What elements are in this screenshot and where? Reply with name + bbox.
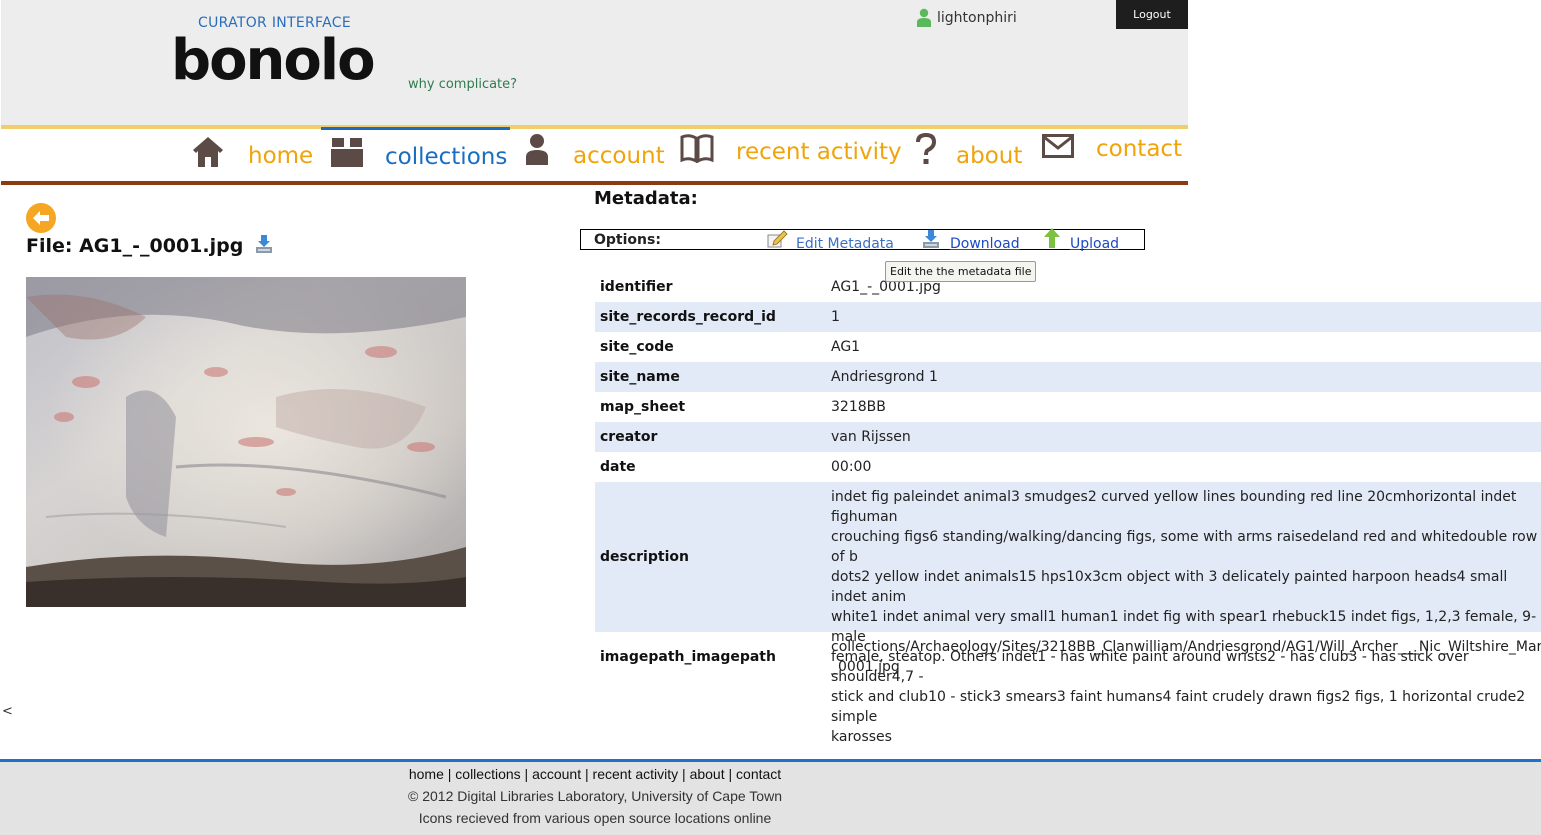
metadata-key: site_records_record_id: [600, 309, 776, 325]
nav-label-account: account: [573, 143, 665, 169]
edit-metadata-label: Edit Metadata: [796, 236, 894, 252]
footer-link-about[interactable]: about: [690, 766, 725, 782]
table-row: identifier AG1_-_0001.jpg: [595, 272, 1541, 302]
footer: home | collections | account | recent ac…: [0, 759, 1541, 835]
house-icon: [193, 137, 223, 167]
metadata-key: identifier: [600, 279, 673, 295]
nav-label-contact: contact: [1096, 136, 1183, 162]
nav-item-collections[interactable]: collections: [321, 127, 510, 182]
table-row: date 00:00: [595, 452, 1541, 482]
question-icon: [916, 133, 937, 164]
footer-link-contact[interactable]: contact: [736, 766, 781, 782]
download-label: Download: [950, 236, 1020, 252]
table-row: site_code AG1: [595, 332, 1541, 362]
envelope-icon: [1042, 134, 1074, 158]
edit-icon: [767, 230, 788, 248]
brand-logo[interactable]: bonolo: [171, 28, 376, 93]
back-button[interactable]: [26, 203, 56, 233]
metadata-key: description: [600, 549, 689, 565]
metadata-key: site_code: [600, 339, 674, 355]
username: lightonphiri: [937, 10, 1017, 26]
metadata-value: 1: [831, 309, 840, 325]
nav-item-recent-activity[interactable]: recent activity: [678, 129, 902, 181]
nav-item-home[interactable]: home: [189, 129, 314, 181]
metadata-value: Andriesgrond 1: [831, 369, 938, 385]
footer-link-account[interactable]: account: [532, 766, 581, 782]
nav-label-about: about: [956, 143, 1023, 169]
person-icon: [526, 134, 548, 165]
metadata-value: collections/Archaeology/Sites/3218BB_Cla…: [831, 639, 1541, 675]
footer-icons-note: Icons recieved from various open source …: [418, 810, 772, 826]
table-row: description indet fig paleindet animal3 …: [595, 482, 1541, 745]
footer-copyright: © 2012 Digital Libraries Laboratory, Uni…: [408, 788, 782, 804]
download-icon[interactable]: [255, 234, 273, 254]
box-icon: [331, 138, 363, 167]
nav-item-account[interactable]: account: [521, 129, 665, 181]
nav-label-collections: collections: [385, 144, 508, 170]
tagline: why complicate?: [408, 77, 518, 92]
download-icon: [923, 230, 939, 248]
back-arrow-icon: [33, 211, 49, 225]
upload-button[interactable]: Upload: [1040, 227, 1130, 253]
metadata-heading: Metadata:: [594, 188, 698, 209]
tooltip: Edit the the metadata file: [885, 261, 1037, 282]
rock-art-photo: [26, 277, 466, 607]
metadata-value: indet fig paleindet animal3 smudges2 cur…: [831, 489, 1538, 745]
nav-item-about[interactable]: about: [911, 129, 1026, 181]
main-nav: home collections account recent activity…: [1, 125, 1188, 185]
user-icon: [917, 8, 931, 27]
table-row: site_name Andriesgrond 1: [595, 362, 1541, 392]
nav-item-contact[interactable]: contact: [1039, 129, 1183, 181]
metadata-key: map_sheet: [600, 399, 686, 415]
file-title: File: AG1_-_0001.jpg: [26, 235, 244, 257]
metadata-table: identifier AG1_-_0001.jpg site_records_r…: [595, 272, 1541, 745]
upload-label: Upload: [1070, 236, 1120, 252]
metadata-value: van Rijssen: [831, 429, 911, 445]
book-icon: [680, 134, 714, 163]
metadata-key: creator: [600, 429, 658, 445]
download-button[interactable]: Download: [920, 227, 1020, 253]
upload-arrow-icon: [1044, 228, 1060, 248]
metadata-key: imagepath_imagepath: [600, 649, 776, 665]
metadata-value: AG1: [831, 339, 861, 355]
footer-link-recent-activity[interactable]: recent activity: [593, 766, 679, 782]
metadata-value: 3218BB: [831, 399, 886, 415]
table-row: creator van Rijssen: [595, 422, 1541, 452]
options-label: Options:: [594, 232, 661, 248]
user-info[interactable]: lightonphiri: [916, 6, 1017, 30]
nav-label-recent-activity: recent activity: [736, 139, 902, 165]
metadata-key: date: [600, 459, 636, 475]
table-row: map_sheet 3218BB: [595, 392, 1541, 422]
footer-links: home | collections | account | recent ac…: [408, 766, 782, 782]
table-row: site_records_record_id 1: [595, 302, 1541, 332]
metadata-key: site_name: [600, 369, 680, 385]
nav-label-home: home: [248, 143, 314, 169]
table-row: imagepath_imagepath collections/Archaeol…: [595, 632, 1541, 682]
footer-link-home[interactable]: home: [409, 766, 444, 782]
logout-button[interactable]: Logout: [1116, 0, 1188, 29]
edit-metadata-button[interactable]: Edit Metadata: [765, 227, 915, 253]
footer-link-collections[interactable]: collections: [455, 766, 520, 782]
stray-text: <: [2, 704, 13, 719]
metadata-value: 00:00: [831, 459, 872, 475]
